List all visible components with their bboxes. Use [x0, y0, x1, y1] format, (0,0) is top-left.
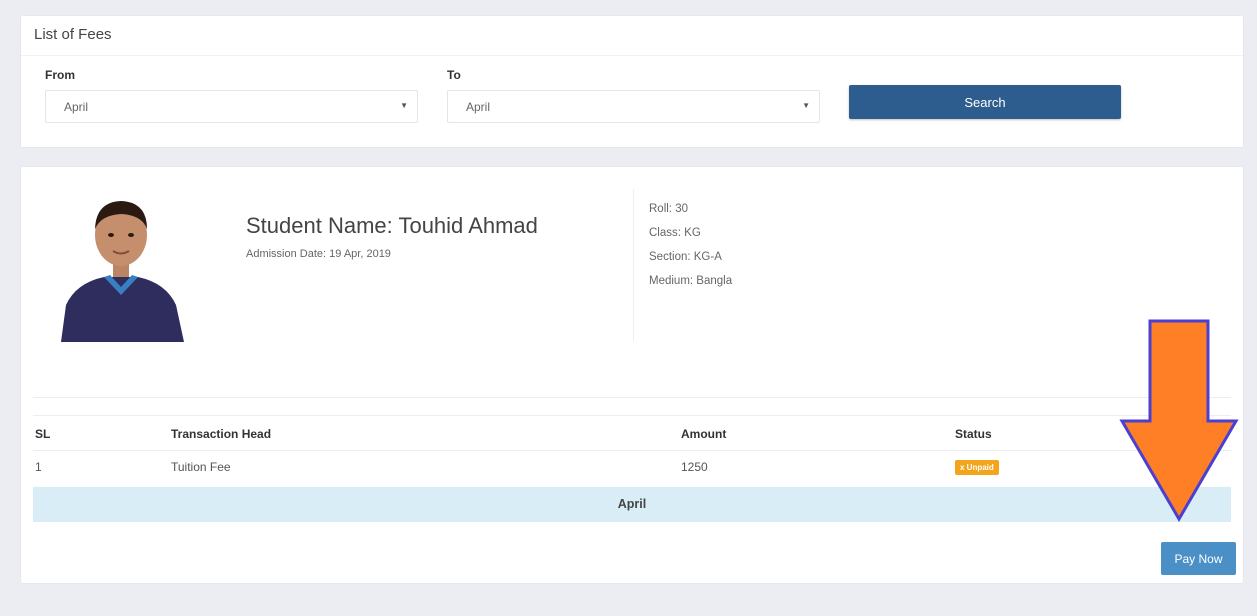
student-medium: Medium: Bangla	[649, 275, 733, 287]
fee-filter-card: List of Fees From April ▼ To April ▼ Sea…	[20, 15, 1244, 148]
pay-now-button[interactable]: Pay Now	[1161, 542, 1236, 575]
search-button[interactable]: Search	[849, 85, 1121, 119]
column-header-amount: Amount	[681, 427, 727, 441]
to-month-select[interactable]: April ▼	[447, 90, 820, 123]
table-cell-transaction-head: Tuition Fee	[171, 460, 231, 474]
table-cell-sl: 1	[35, 460, 42, 474]
student-roll: Roll: 30	[649, 203, 688, 215]
admission-date: Admission Date: 19 Apr, 2019	[246, 248, 391, 260]
student-class: Class: KG	[649, 227, 701, 239]
status-badge: x Unpaid	[955, 460, 999, 475]
column-header-status: Status	[955, 427, 992, 441]
title-divider	[21, 55, 1243, 56]
info-divider	[633, 189, 634, 341]
section-divider	[33, 397, 1231, 398]
month-label: April	[617, 497, 647, 511]
student-section: Section: KG-A	[649, 251, 722, 263]
student-photo	[56, 187, 186, 342]
to-month-value: April	[466, 100, 491, 114]
from-month-value: April	[64, 100, 89, 114]
student-name: Student Name: Touhid Ahmad	[246, 213, 538, 238]
column-header-sl: SL	[35, 427, 51, 441]
page-title: List of Fees	[34, 26, 112, 43]
table-header-border	[33, 450, 1231, 451]
arrow-down-icon	[1119, 319, 1239, 522]
chevron-down-icon: ▼	[400, 101, 408, 110]
month-group-row: April	[33, 487, 1231, 522]
column-header-transaction-head: Transaction Head	[171, 427, 272, 441]
chevron-down-icon: ▼	[802, 101, 810, 110]
from-label: From	[45, 68, 75, 82]
from-month-select[interactable]: April ▼	[45, 90, 418, 123]
table-top-border	[33, 415, 1231, 416]
to-label: To	[447, 68, 461, 82]
student-fee-card: Student Name: Touhid Ahmad Admission Dat…	[20, 166, 1244, 584]
table-cell-amount: 1250	[681, 460, 708, 474]
